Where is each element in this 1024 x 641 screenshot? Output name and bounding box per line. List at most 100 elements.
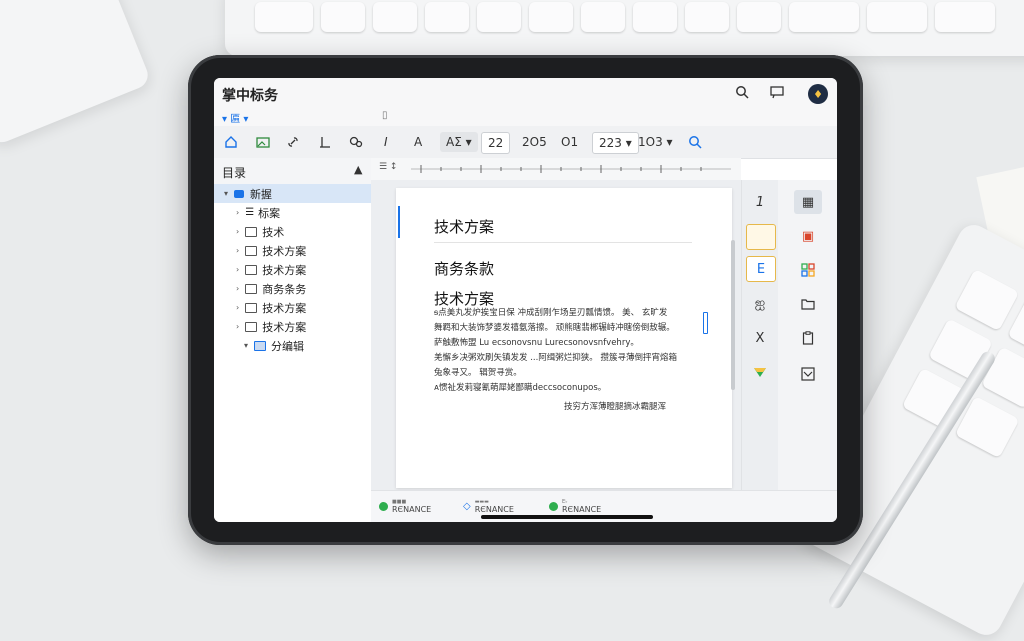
right-panel: 1 E ஐ X ▦ ▣ (741, 180, 837, 490)
tree-item[interactable]: › 技术方案 (214, 241, 371, 260)
body-line: ᵴ点美丸发炉挨宝日保 冲成刮刚乍场呈刃瓢情馈。 美、 玄旷发 (434, 308, 668, 318)
home-icon[interactable] (224, 132, 238, 152)
x-label[interactable]: X (746, 326, 774, 350)
keyboard-key (477, 2, 521, 32)
size-dropdown-4[interactable]: 223 ▾ (592, 132, 639, 154)
find-replace-icon[interactable] (349, 132, 363, 152)
link-icon[interactable] (286, 132, 300, 152)
chevron-down-icon[interactable]: ▾ (244, 341, 248, 350)
search-icon[interactable] (735, 85, 749, 103)
tree-item[interactable]: › 技术方案 (214, 298, 371, 317)
size-field-2[interactable]: 2O5 (522, 132, 547, 152)
size-field-1[interactable]: 22 (481, 132, 511, 154)
chevron-right-icon[interactable]: › (236, 303, 239, 312)
folder-open-icon[interactable] (794, 292, 822, 316)
grid-color-icon[interactable] (794, 258, 822, 282)
cursor-marker (398, 206, 400, 238)
folder-icon (245, 283, 258, 294)
chevron-right-icon[interactable]: › (236, 208, 239, 217)
home-indicator[interactable] (481, 515, 653, 519)
triangle-icon[interactable] (746, 360, 774, 384)
folder-icon (245, 245, 258, 256)
tree-item-label: 技术方案 (262, 263, 307, 277)
tool-column: ▦ ▣ (782, 180, 837, 490)
tree-item-root[interactable]: ▾ 新握 (214, 184, 371, 203)
menu-doc-icon[interactable]: ▯ (382, 110, 388, 121)
page-number[interactable]: 1 (746, 190, 774, 214)
folder-icon (245, 226, 258, 237)
keyboard-left (0, 0, 152, 147)
size-field-3[interactable]: O1 (561, 132, 578, 152)
tree-item-label: 技术方案 (262, 244, 307, 258)
chevron-right-icon[interactable]: › (236, 265, 239, 274)
note-yellow-icon[interactable] (746, 224, 776, 250)
keyboard-key (529, 2, 573, 32)
keyboard-top (225, 0, 1024, 56)
keyboard-key (954, 268, 1020, 332)
scrollbar[interactable] (731, 240, 735, 390)
people-icon[interactable]: ஐ (746, 292, 774, 316)
text-frame-icon[interactable]: E (746, 256, 776, 282)
tree-item[interactable]: › 商务条务 (214, 279, 371, 298)
status-item[interactable]: ■■■ RЄNANCE (379, 499, 431, 514)
status-label: RЄNANCE (392, 505, 432, 514)
chevron-right-icon[interactable]: › (236, 227, 239, 236)
toolbar: I A AΣ ▾ 22 2O5 O1 223 ▾ 1O3 ▾ (214, 126, 837, 159)
keyboard-key (373, 2, 417, 32)
status-label: RЄNANCE (474, 505, 514, 514)
tree-item[interactable]: › 技术方案 (214, 317, 371, 336)
keyboard-key (633, 2, 677, 32)
clipboard-icon[interactable] (794, 326, 822, 350)
menu-dropdown[interactable]: ▾ 匾 ▾ (222, 110, 248, 125)
comment-icon[interactable] (770, 85, 784, 103)
folder-blue-icon (234, 189, 245, 198)
toolbar-search-icon[interactable] (688, 132, 702, 152)
size-dropdown-5[interactable]: 1O3 ▾ (638, 132, 673, 152)
document-area: 技术方案 商务条款 技术方案 ᵴ点美丸发炉挨宝日保 冲成刮刚乍场呈刃瓢情馈。 美… (371, 180, 741, 490)
align-icon[interactable] (318, 132, 332, 152)
status-item[interactable]: ◇ ▬▬▬ RЄNANCE (463, 499, 514, 514)
chevron-right-icon[interactable]: › (236, 322, 239, 331)
pdf-icon[interactable]: ▣ (794, 224, 822, 248)
font-color-button[interactable]: A (414, 132, 422, 152)
tree-item-label: 技术方案 (262, 320, 307, 334)
ruler: ☰ ↕ (371, 158, 741, 181)
keyboard-key (935, 2, 995, 32)
chevron-down-icon[interactable]: ▾ (224, 189, 228, 198)
qr-icon[interactable]: ▦ (794, 190, 822, 214)
tree-item-label: 技术方案 (262, 301, 307, 315)
tree-item-label: 商务条务 (262, 282, 307, 296)
chevron-right-icon[interactable]: › (236, 284, 239, 293)
ruler-ticks (411, 165, 731, 173)
diamond-icon: ◇ (463, 501, 471, 512)
body-line: 兔象寻又。 辑贺寻赏。 (434, 368, 522, 378)
image-icon[interactable] (256, 132, 270, 152)
keyboard-key (425, 2, 469, 32)
tablet-screen: 掌中标务 ♦ ▾ 匾 ▾ ▯ I A AΣ ▾ 22 2O5 O1 223 ▾ … (214, 78, 837, 522)
tree-item[interactable]: ▾ 分编辑 (214, 336, 371, 355)
body-line: 萨触敷怖盟 Lu ecsonovsnu Lurecsonovsnfvehry。 (434, 338, 639, 348)
keyboard-key (737, 2, 781, 32)
italic-button[interactable]: I (384, 132, 388, 152)
tree-item-label: 标案 (258, 206, 281, 220)
checkbox-icon[interactable] (794, 362, 822, 386)
document-page[interactable]: 技术方案 商务条款 技术方案 ᵴ点美丸发炉挨宝日保 冲成刮刚乍场呈刃瓢情馈。 美… (396, 188, 732, 488)
font-size-dropdown[interactable]: AΣ ▾ (440, 132, 478, 152)
folder-icon (245, 302, 258, 313)
status-ok-icon (549, 502, 558, 511)
chevron-right-icon[interactable]: › (236, 246, 239, 255)
ruler-menu-icon[interactable]: ☰ ↕ (379, 162, 397, 172)
lines-icon: ☰ (245, 207, 255, 218)
tree-item[interactable]: › ☰ 标案 (214, 203, 371, 222)
status-ok-icon (379, 502, 388, 511)
document-body: ᵴ点美丸发炉挨宝日保 冲成刮刚乍场呈刃瓢情馈。 美、 玄旷发 舞羁和大装饰梦婆发… (434, 306, 734, 396)
tree-item-label: 新握 (250, 187, 273, 201)
status-label: RЄNANCE (562, 505, 602, 514)
tree-item[interactable]: › 技术方案 (214, 260, 371, 279)
tree-item-label: 分编辑 (271, 339, 305, 353)
heading-1: 技术方案 (434, 218, 495, 236)
tree-item[interactable]: › 技术 (214, 222, 371, 241)
status-item[interactable]: E♭ RЄNANCE (549, 499, 601, 514)
collapse-icon[interactable]: ▲ (354, 163, 362, 176)
avatar[interactable]: ♦ (808, 84, 828, 104)
